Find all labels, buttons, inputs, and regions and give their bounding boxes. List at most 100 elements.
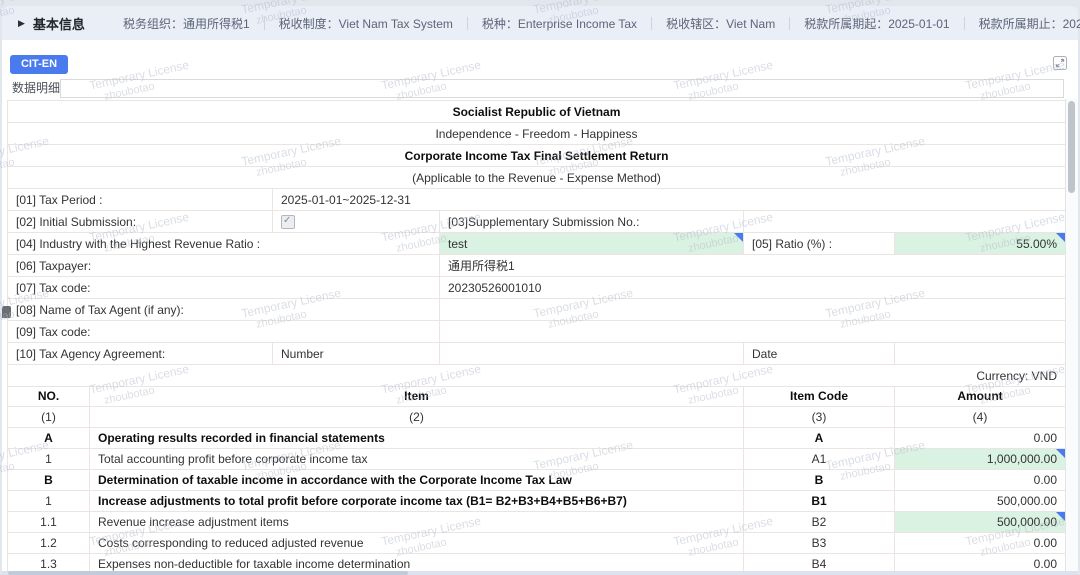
table-index-cell-text: (3) [812, 410, 827, 424]
table-header-1-text: Item [404, 389, 429, 403]
table-header-3: Amount [895, 386, 1066, 407]
table-cell-code: B1 [744, 491, 895, 512]
vertical-scrollbar-thumb[interactable] [1068, 101, 1075, 193]
table-index-cell: (3) [744, 407, 895, 428]
vertical-scrollbar[interactable] [1065, 99, 1078, 571]
table-index-cell-text: (4) [973, 410, 988, 424]
table-header-0: NO. [7, 386, 90, 407]
label-industry: [04] Industry with the Highest Revenue R… [7, 233, 440, 255]
expand-icon[interactable] [1053, 56, 1067, 70]
toolbar-meta-item: 税款所属期起：2025-01-01 [804, 15, 949, 32]
form-title-country-text: Socialist Republic of Vietnam [453, 105, 621, 119]
table-cell-item: Revenue increase adjustment items [90, 512, 744, 533]
label-agreement-number: Number [273, 343, 440, 365]
table-cell-code-text: A1 [812, 452, 827, 466]
toolbar-meta-item: 税务组织：通用所得税1 [123, 15, 250, 32]
label-taxpayer-text: [06] Taxpayer: [16, 259, 91, 273]
table-cell-no-text: 1.3 [40, 557, 57, 571]
table-cell-item-text: Costs corresponding to reduced adjusted … [98, 536, 364, 550]
table-cell-no-text: A [44, 431, 53, 445]
toolbar-meta-item: 税种：Enterprise Income Tax [482, 15, 637, 32]
label-tax-agent: [08] Name of Tax Agent (if any): [7, 299, 440, 321]
table-cell-no-text: B [44, 473, 53, 487]
value-tax-code: 20230526001010 [440, 277, 1066, 299]
form-motto: Independence - Freedom - Happiness [7, 123, 1066, 145]
table-cell-amount-text: 0.00 [1034, 536, 1057, 550]
form-header-grid: Socialist Republic of Vietnam Independenc… [7, 100, 1066, 387]
toolbar: ▶ 基本信息 税务组织：通用所得税1 税收制度：Viet Nam Tax Syst… [2, 6, 1078, 40]
value-tax-agent [440, 299, 1066, 321]
table-cell-code: A1 [744, 449, 895, 470]
checkbox-checked-icon[interactable] [281, 215, 295, 229]
table-cell-item: Total accounting profit before corporate… [90, 449, 744, 470]
report-tab-cit-en[interactable]: CIT-EN [10, 55, 68, 74]
table-index-cell-text: (1) [41, 410, 56, 424]
table-cell-amount: 0.00 [895, 428, 1066, 449]
initial-submission-checkbox[interactable] [273, 211, 440, 233]
table-cell-amount-text: 1,000,000.00 [987, 452, 1057, 466]
table-index-cell: (1) [7, 407, 90, 428]
table-cell-no-text: 1 [45, 494, 52, 508]
label-agency-agreement-text: [10] Tax Agency Agreement: [16, 347, 165, 361]
form-title: Corporate Income Tax Final Settlement Re… [7, 145, 1066, 167]
table-cell-code: B4 [744, 554, 895, 571]
value-industry-text: test [448, 237, 467, 251]
value-taxpayer-text: 通用所得税1 [448, 257, 515, 274]
toolbar-divider [789, 17, 790, 30]
value-industry[interactable]: test [440, 233, 744, 255]
table-cell-item-text: Revenue increase adjustment items [98, 515, 289, 529]
label-initial-submission-text: [02] Initial Submission: [16, 215, 136, 229]
table-cell-item: Operating results recorded in financial … [90, 428, 744, 449]
label-industry-text: [04] Industry with the Highest Revenue R… [16, 237, 260, 251]
table-cell-no-text: 1.1 [40, 515, 57, 529]
table-cell-code: A [744, 428, 895, 449]
table-cell-code-text: B [815, 473, 824, 487]
table-cell-item-text: Total accounting profit before corporate… [98, 452, 367, 466]
table-cell-code-text: A [815, 431, 824, 445]
row-marker-icon [2, 306, 11, 318]
form-title-text: Corporate Income Tax Final Settlement Re… [405, 149, 669, 163]
table-cell-amount-text: 0.00 [1034, 557, 1057, 571]
table-header-2: Item Code [744, 386, 895, 407]
table-cell-amount-text: 0.00 [1034, 473, 1057, 487]
currency-note-text: Currency: VND [976, 369, 1057, 383]
value-agent-tax-code [440, 321, 1066, 343]
label-taxpayer: [06] Taxpayer: [7, 255, 440, 277]
section-title: 基本信息 [33, 14, 85, 33]
label-tax-code: [07] Tax code: [7, 277, 440, 299]
horizontal-scrollbar[interactable] [2, 571, 1078, 575]
table-cell-no: B [7, 470, 90, 491]
table-cell-code-text: B1 [811, 494, 826, 508]
table-index-cell: (4) [895, 407, 1066, 428]
table-cell-amount-text: 0.00 [1034, 431, 1057, 445]
tab-data-detail[interactable]: 数据明细 [6, 79, 66, 98]
toolbar-meta-item: 税收制度：Viet Nam Tax System [279, 15, 453, 32]
value-taxpayer: 通用所得税1 [440, 255, 1066, 277]
toolbar-divider [467, 17, 468, 30]
label-agency-agreement: [10] Tax Agency Agreement: [7, 343, 273, 365]
table-cell-code: B [744, 470, 895, 491]
table-cell-code-text: B2 [812, 515, 827, 529]
value-ratio[interactable]: 55.00% [895, 233, 1066, 255]
table-cell-no: 1 [7, 491, 90, 512]
label-agreement-date: Date [744, 343, 895, 365]
form-title-country: Socialist Republic of Vietnam [7, 101, 1066, 123]
tab-strip-empty [60, 79, 1064, 98]
table-cell-amount-text: 500,000.00 [997, 515, 1057, 529]
form-subtitle: (Applicable to the Revenue - Expense Met… [7, 167, 1066, 189]
table-cell-item: Determination of taxable income in accor… [90, 470, 744, 491]
horizontal-scrollbar-thumb[interactable] [8, 571, 408, 575]
collapse-caret-icon[interactable]: ▶ [18, 18, 25, 29]
currency-note: Currency: VND [7, 365, 1066, 387]
label-tax-period: [01] Tax Period : [7, 189, 273, 211]
label-agent-tax-code: [09] Tax code: [7, 321, 440, 343]
table-cell-amount[interactable]: 500,000.00 [895, 512, 1066, 533]
table-cell-item-text: Determination of taxable income in accor… [98, 473, 572, 487]
table-cell-no-text: 1.2 [40, 536, 57, 550]
label-tax-agent-text: [08] Name of Tax Agent (if any): [16, 303, 184, 317]
table-cell-amount: 0.00 [895, 554, 1066, 571]
table-header-3-text: Amount [957, 389, 1002, 403]
table-cell-amount[interactable]: 1,000,000.00 [895, 449, 1066, 470]
label-tax-code-text: [07] Tax code: [16, 281, 91, 295]
toolbar-meta-items: 税务组织：通用所得税1 税收制度：Viet Nam Tax System 税种：En… [123, 15, 1080, 32]
